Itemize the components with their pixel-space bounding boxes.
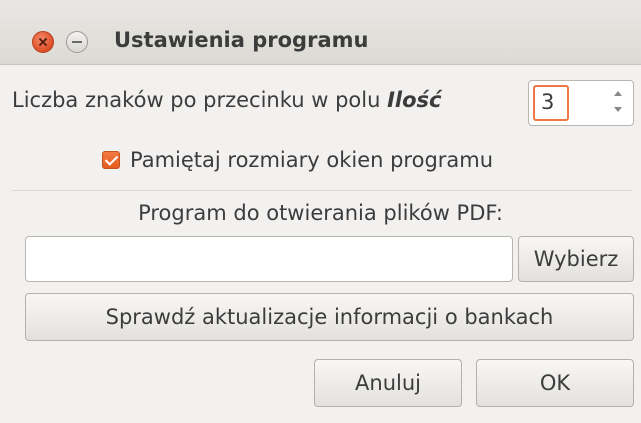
separator: [12, 190, 632, 191]
settings-dialog: Ustawienia programu Liczba znaków po prz…: [0, 0, 641, 423]
remember-window-sizes-checkbox[interactable]: [102, 151, 120, 169]
decimal-places-label: Liczba znaków po przecinku w polu Ilość: [12, 88, 441, 112]
quantity-field-name: Ilość: [387, 88, 442, 112]
minimize-icon[interactable]: [66, 31, 88, 53]
cancel-button[interactable]: Anuluj: [314, 359, 462, 407]
choose-button[interactable]: Wybierz: [518, 236, 634, 282]
decimal-places-label-text: Liczba znaków po przecinku w polu: [12, 88, 388, 112]
chevron-down-icon[interactable]: [614, 107, 622, 112]
close-icon[interactable]: [32, 31, 54, 53]
pdf-program-label: Program do otwierania plików PDF:: [138, 201, 503, 225]
remember-window-sizes-option[interactable]: Pamiętaj rozmiary okien programu: [102, 148, 493, 172]
remember-window-sizes-label: Pamiętaj rozmiary okien programu: [130, 148, 494, 172]
decimal-places-input[interactable]: 3: [533, 85, 569, 121]
decimal-places-spinner[interactable]: 3: [528, 80, 634, 126]
spinner-arrows[interactable]: [611, 89, 625, 117]
chevron-up-icon[interactable]: [614, 91, 622, 96]
window-title: Ustawienia programu: [114, 28, 369, 52]
check-bank-updates-button[interactable]: Sprawdź aktualizacje informacji o bankac…: [25, 293, 634, 341]
title-bar: Ustawienia programu: [0, 0, 641, 65]
ok-button[interactable]: OK: [476, 359, 634, 407]
pdf-program-input[interactable]: [25, 236, 513, 282]
